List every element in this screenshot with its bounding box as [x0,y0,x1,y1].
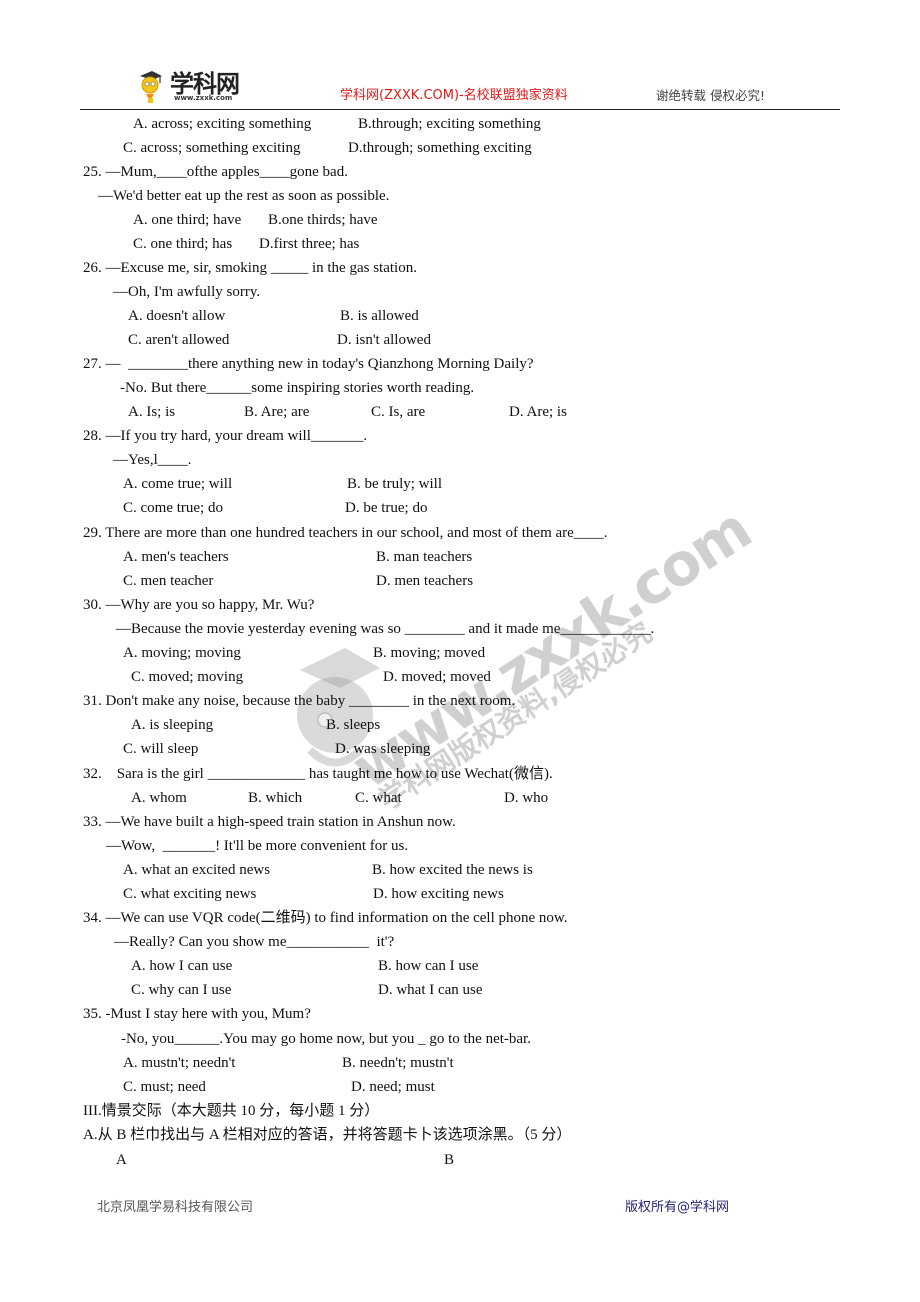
q26-option-c: C. aren't allowed [128,332,230,348]
q27-option-a: A. Is; is [128,404,176,420]
q34-option-c: C. why can I use [131,982,232,998]
q33-response: —Wow, _______! It'll be more convenient … [106,838,409,854]
q27-response: -No. But there______some inspiring stori… [120,380,475,396]
q28-response: —Yes,l____. [113,452,192,468]
q34-option-d: D. what I can use [378,982,483,998]
q30-option-d: D. moved; moved [383,669,491,685]
q28-question: 28. —If you try hard, your dream will___… [83,428,368,444]
q33-option-d: D. how exciting news [373,886,504,902]
q29-option-b: B. man teachers [376,549,473,565]
q32-option-c: C. what [355,790,402,806]
q31-option-a: A. is sleeping [131,717,214,733]
q24-option-b: B.through; exciting something [358,116,541,132]
q35-option-c: C. must; need [123,1079,206,1095]
logo-url: www.zxxk.com [174,94,233,102]
q35-question: 35. -Must I stay here with you, Mum? [83,1006,311,1022]
q30-option-c: C. moved; moving [131,669,244,685]
q33-option-c: C. what exciting news [123,886,257,902]
q35-option-d: D. need; must [351,1079,435,1095]
q29-option-c: C. men teacher [123,573,214,589]
q28-option-c: C. come true; do [123,500,223,516]
column-a-label: A [116,1152,127,1168]
q30-option-a: A. moving; moving [123,645,241,661]
section-a-instructions: A.从 B 栏巾找出与 A 栏相对应的答语，并将答题卡卜该选项涂黑。（5 分） [83,1127,572,1143]
q25-response: —We'd better eat up the rest as soon as … [98,188,390,204]
q31-option-b: B. sleeps [326,717,381,733]
q32-question: 32. Sara is the girl _____________ has t… [83,766,553,782]
q25-option-d: D.first three; has [259,236,360,252]
q28-option-a: A. come true; will [123,476,233,492]
q29-option-a: A. men's teachers [123,549,229,565]
footer-copyright: 版权所有@学科网 [625,1200,730,1215]
q31-option-c: C. will sleep [123,741,199,757]
page-header: 学科网 www.zxxk.com 学科网(ZXXK.COM)-名校联盟独家资料 … [80,62,840,110]
q27-option-d: D. Are; is [509,404,567,420]
q26-question: 26. —Excuse me, sir, smoking _____ in th… [83,260,417,276]
q25-option-b: B.one thirds; have [268,212,378,228]
q33-option-b: B. how excited the news is [372,862,533,878]
q32-option-d: D. who [504,790,549,806]
q25-option-a: A. one third; have [133,212,242,228]
q27-option-c: C. Is, are [371,404,426,420]
q29-option-d: D. men teachers [376,573,474,589]
site-logo[interactable]: 学科网 www.zxxk.com [138,64,248,106]
q25-question: 25. —Mum,____ofthe apples____gone bad. [83,164,348,180]
q25-option-c: C. one third; has [133,236,233,252]
q30-option-b: B. moving; moved [373,645,486,661]
q28-option-b: B. be truly; will [347,476,442,492]
q26-response: —Oh, I'm awfully sorry. [113,284,261,300]
watermark-slogan: 学科网版权资料,侵权必究 [372,615,658,817]
q32-option-b: B. which [248,790,303,806]
q31-question: 31. Don't make any noise, because the ba… [83,693,516,709]
q24-option-a: A. across; exciting something [133,116,312,132]
q33-question: 33. —We have built a high-speed train st… [83,814,456,830]
section-iii-heading: III.情景交际（本大题共 10 分，每小题 1 分） [83,1103,380,1119]
q31-option-d: D. was sleeping [335,741,431,757]
column-b-label: B [444,1152,455,1168]
q34-question: 34. —We can use VQR code(二维码) to find in… [83,910,568,926]
q30-question: 30. —Why are you so happy, Mr. Wu? [83,597,315,613]
q24-option-c: C. across; something exciting [123,140,301,156]
q30-response: —Because the movie yesterday evening was… [116,621,655,637]
q24-option-d: D.through; something exciting [348,140,532,156]
q35-option-b: B. needn't; mustn't [342,1055,454,1071]
q35-option-a: A. mustn't; needn't [123,1055,236,1071]
header-slogan: 学科网(ZXXK.COM)-名校联盟独家资料 [340,88,568,103]
q34-option-b: B. how can I use [378,958,479,974]
q26-option-d: D. isn't allowed [337,332,431,348]
mascot-logo-icon [140,71,162,103]
q28-option-d: D. be true; do [345,500,428,516]
q35-response: -No, you______.You may go home now, but … [121,1031,531,1047]
q29-question: 29. There are more than one hundred teac… [83,525,608,541]
q26-option-a: A. doesn't allow [128,308,226,324]
q32-option-a: A. whom [131,790,187,806]
q34-option-a: A. how I can use [131,958,233,974]
q33-option-a: A. what an excited news [123,862,271,878]
q34-response: —Really? Can you show me___________ it'? [114,934,395,950]
q26-option-b: B. is allowed [340,308,419,324]
header-copyright-notice: 谢绝转载 侵权必究! [656,88,765,103]
q27-question: 27. — ________there anything new in toda… [83,356,534,372]
header-divider [80,109,840,110]
q27-option-b: B. Are; are [244,404,310,420]
footer-company: 北京凤凰学易科技有限公司 [97,1200,254,1215]
